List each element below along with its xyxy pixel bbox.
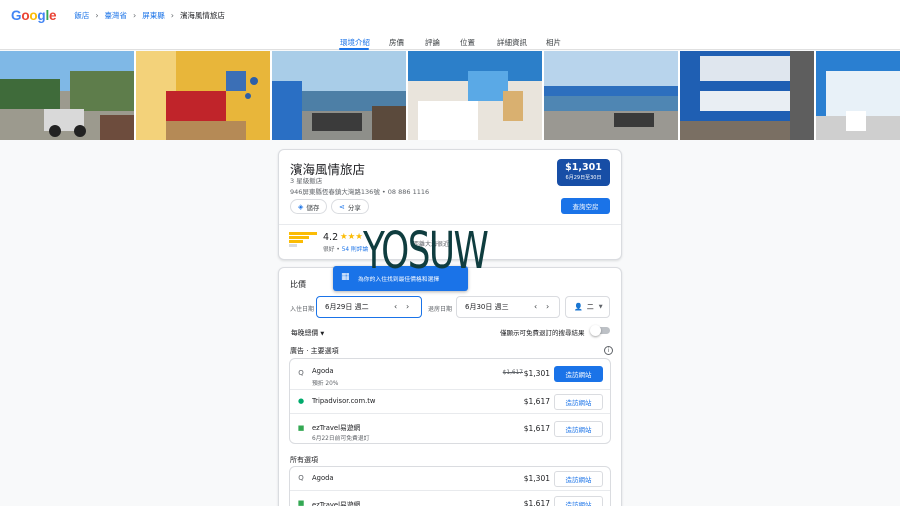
checkout-value: 6月30日 週三	[465, 303, 509, 311]
breadcrumb-hotels[interactable]: 飯店	[74, 10, 89, 21]
chevron-right-icon: ›	[170, 11, 174, 20]
logo-letter: e	[49, 8, 57, 23]
old-price: $1,617	[502, 370, 523, 376]
rating-text: 很好 •	[323, 247, 340, 253]
hotel-class: 3 星級飯店	[290, 177, 323, 185]
per-night-label: 每晚總價	[291, 329, 319, 337]
tab-reviews[interactable]: 評論	[425, 37, 440, 48]
share-icon: ⋖	[339, 202, 345, 211]
hotel-photo[interactable]	[680, 51, 814, 140]
visit-site-button[interactable]: 造訪網站	[554, 366, 603, 382]
provider-name: Agoda	[312, 473, 334, 482]
tab-photos[interactable]: 相片	[546, 37, 561, 48]
save-button[interactable]: ◈ 儲存	[290, 199, 328, 214]
checkin-value: 6月29日 週二	[325, 303, 369, 311]
info-icon[interactable]: i	[604, 346, 613, 355]
chevron-right-icon[interactable]: ›	[406, 302, 409, 311]
free-cancel-label: 僅顯示可免費退訂的搜尋結果	[500, 329, 585, 337]
provider-logo-icon: ■	[297, 424, 305, 432]
provider-search-icon: Q	[298, 473, 304, 482]
section-tabs: 環境介紹 房價 評論 位置 詳細資訊 相片	[0, 31, 900, 50]
chevron-left-icon[interactable]: ‹	[394, 302, 397, 311]
checkin-label: 入住日期	[290, 306, 315, 313]
hotel-photo[interactable]	[408, 51, 542, 140]
provider-price: $1,617	[523, 424, 550, 433]
dropdown-arrow-icon: ▼	[598, 304, 603, 310]
price-badge-dates: 6月29日至30日	[565, 175, 602, 181]
tab-prices[interactable]: 房價	[389, 37, 404, 48]
provider-logo-icon: ■	[297, 499, 305, 506]
price-row: ■ ezTravel易遊網 6月22日前可免費退訂 $1,617 造訪網站	[290, 413, 610, 443]
provider-name: Agoda	[312, 367, 334, 375]
price-row: ● Tripadvisor.com.tw $1,617 造訪網站	[290, 389, 610, 413]
provider-search-icon: Q	[298, 369, 304, 377]
provider-price: $1,617	[523, 397, 550, 406]
price-badge[interactable]: $1,301 6月29日至30日	[557, 159, 610, 186]
google-logo[interactable]: Google	[11, 8, 57, 23]
top-bar: Google 飯店 › 臺灣省 › 屏東縣 › 濱海風情旅店	[0, 0, 900, 31]
logo-letter: G	[11, 8, 22, 23]
star-icon: ★★★	[340, 232, 363, 242]
breadcrumb: 飯店 › 臺灣省 › 屏東縣 › 濱海風情旅店	[74, 10, 225, 21]
hotel-photo[interactable]	[272, 51, 406, 140]
calendar-icon: ▦	[341, 272, 350, 282]
bookmark-icon: ◈	[298, 202, 304, 211]
tab-location[interactable]: 位置	[460, 37, 475, 48]
chevron-right-icon[interactable]: ›	[546, 302, 549, 311]
provider-name: ezTravel易遊網	[312, 424, 361, 432]
watermark-text: YOSUW	[363, 222, 489, 281]
share-button[interactable]: ⋖ 分享	[331, 199, 369, 214]
active-tab-indicator	[339, 48, 369, 50]
breadcrumb-province[interactable]: 臺灣省	[105, 10, 128, 21]
all-section-label: 所有選項	[290, 456, 318, 464]
provider-note: 預折 20%	[312, 381, 339, 387]
share-label: 分享	[347, 203, 361, 212]
visit-site-button[interactable]: 造訪網站	[554, 496, 603, 506]
provider-name: Tripadvisor.com.tw	[312, 397, 376, 405]
price-row: Q Agoda 預折 20% $1,617 $1,301 造訪網站	[290, 359, 610, 389]
view-availability-button[interactable]: 查詢空房	[561, 198, 610, 214]
dropdown-arrow-icon: ▼	[320, 331, 325, 337]
visit-site-button[interactable]: 造訪網站	[554, 394, 603, 410]
reviews-summary[interactable]: 很好 • 54 則評論	[323, 244, 368, 253]
prices-title: 比價	[290, 280, 306, 289]
price-badge-amount: $1,301	[565, 162, 602, 173]
ads-section-label: 廣告 · 主要選項	[290, 347, 339, 355]
per-night-toggle[interactable]: 每晚總價 ▼	[291, 327, 324, 337]
provider-price: $1,617	[523, 499, 550, 506]
photo-strip	[0, 51, 900, 140]
chevron-left-icon[interactable]: ‹	[534, 302, 537, 311]
breadcrumb-current: 濱海風情旅店	[179, 11, 225, 20]
provider-price: $1,301	[523, 473, 550, 483]
toggle-knob	[590, 325, 601, 336]
chevron-right-icon: ›	[133, 11, 137, 20]
rating-value: 4.2	[323, 232, 339, 243]
visit-site-button[interactable]: 造訪網站	[554, 470, 603, 487]
checkout-label: 退房日期	[428, 306, 453, 313]
provider-dot-icon: ●	[297, 397, 305, 405]
visit-site-button[interactable]: 造訪網站	[554, 421, 603, 437]
hotel-photo[interactable]	[136, 51, 270, 140]
checkout-field[interactable]: 6月30日 週三	[456, 296, 560, 318]
guests-selector[interactable]: 👤 二 ▼	[565, 296, 610, 318]
save-label: 儲存	[306, 203, 320, 212]
breadcrumb-county[interactable]: 屏東縣	[142, 10, 165, 21]
provider-name: ezTravel易遊網	[312, 501, 361, 506]
tab-details[interactable]: 詳細資訊	[497, 37, 527, 48]
guests-value: 二	[586, 303, 594, 311]
price-row: Q Agoda $1,301 造訪網站	[290, 467, 610, 490]
rating-histogram-icon	[289, 232, 317, 250]
chevron-right-icon: ›	[95, 11, 99, 20]
person-icon: 👤	[574, 303, 583, 311]
provider-note: 6月22日前可免費退訂	[312, 436, 370, 442]
hotel-address: 946屏東縣恆春鎮大灣路136號 • 08 886 1116	[290, 188, 430, 196]
price-row: ■ ezTravel易遊網 $1,617 造訪網站	[290, 490, 610, 506]
hotel-photo[interactable]	[816, 51, 900, 140]
tab-overview[interactable]: 環境介紹	[340, 37, 370, 48]
hotel-photo[interactable]	[544, 51, 678, 140]
hotel-photo[interactable]	[0, 51, 134, 140]
free-cancel-toggle[interactable]	[590, 325, 610, 336]
provider-price: $1,301	[523, 369, 550, 378]
